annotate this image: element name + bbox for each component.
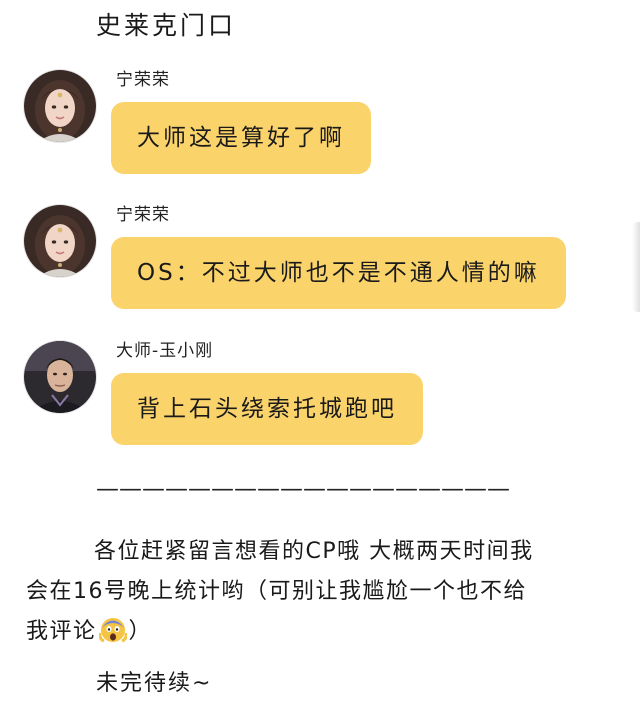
message-bubble[interactable]: 大师这是算好了啊: [111, 102, 371, 174]
female-avatar-icon[interactable]: [24, 70, 96, 142]
section-divider: ——————————————————: [96, 476, 510, 502]
sender-name: 宁荣荣: [116, 70, 170, 90]
paragraph-line-1: 各位赶紧留言想看的CP哦 大概两天时间我: [94, 539, 534, 564]
sender-name: 大师-玉小刚: [116, 341, 214, 361]
screaming-face-emoji-icon: [97, 615, 128, 643]
male-avatar-icon[interactable]: [24, 341, 96, 413]
closing-paragraph: 各位赶紧留言想看的CP哦 大概两天时间我 会在16号晚上统计哟（可别让我尴尬一个…: [26, 532, 626, 652]
paragraph-line-3: 我评论: [26, 619, 97, 644]
sender-name: 宁荣荣: [116, 205, 170, 225]
scene-heading: 史莱克门口: [96, 11, 237, 40]
paragraph-line-3-end: ）: [128, 619, 153, 644]
paragraph-line-2: 会在16号晚上统计哟（可别让我尴尬一个也不给: [26, 579, 527, 604]
message-bubble[interactable]: OS：不过大师也不是不通人情的嘛: [111, 237, 566, 309]
female-avatar-icon[interactable]: [24, 205, 96, 277]
edge-scroll-shadow: [632, 222, 640, 312]
message-bubble[interactable]: 背上石头绕索托城跑吧: [111, 373, 423, 445]
to-be-continued-text: 未完待续~: [96, 671, 213, 696]
